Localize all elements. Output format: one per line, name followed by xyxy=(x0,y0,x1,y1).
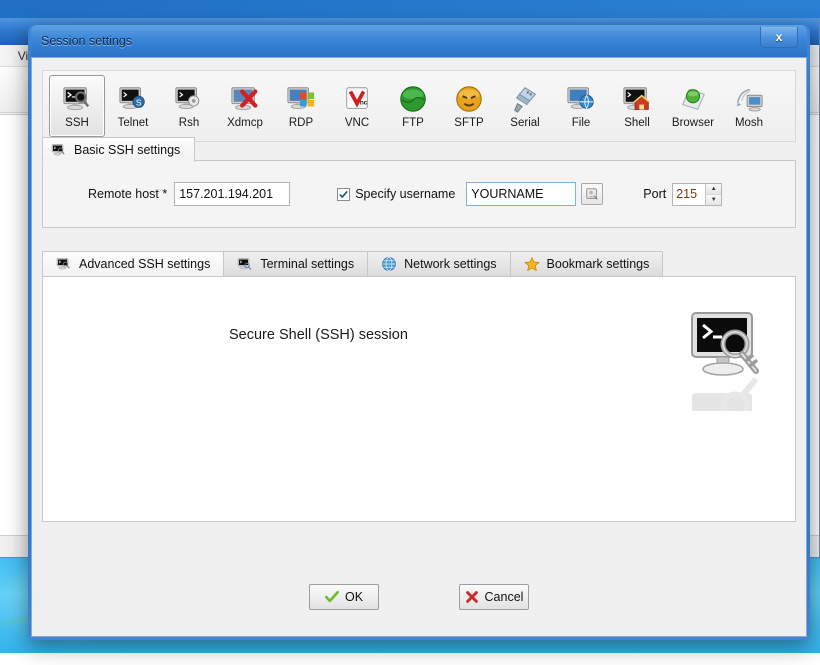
username-input[interactable] xyxy=(466,182,576,206)
session-type-label: File xyxy=(572,117,591,129)
ok-button[interactable]: OK xyxy=(309,584,379,610)
basic-tab-label: Basic SSH settings xyxy=(74,143,180,157)
port-input[interactable] xyxy=(673,184,705,205)
dialog-footer: OK Cancel xyxy=(32,584,806,610)
tab-label: Terminal settings xyxy=(260,257,354,271)
mosh-icon xyxy=(734,84,764,114)
session-description-label: Secure Shell (SSH) session xyxy=(229,327,408,343)
session-type-mosh[interactable]: Mosh xyxy=(721,75,777,137)
dialog-client-area: SSH S Telnet xyxy=(31,57,807,637)
session-type-browser[interactable]: Browser xyxy=(665,75,721,137)
settings-tabbar: Advanced SSH settings Terminal settings xyxy=(42,250,796,276)
cancel-button[interactable]: Cancel xyxy=(459,584,529,610)
toolbar-item-tools[interactable]: Tools xyxy=(0,71,1,108)
session-type-sftp[interactable]: SFTP xyxy=(441,75,497,137)
session-type-toolbar: SSH S Telnet xyxy=(42,70,796,142)
star-icon xyxy=(524,256,540,272)
session-type-vnc[interactable]: nc VNC xyxy=(329,75,385,137)
rdp-icon xyxy=(286,84,316,114)
tab-label: Network settings xyxy=(404,257,496,271)
checkmark-icon xyxy=(339,190,348,199)
dialog-titlebar: Session settings x xyxy=(31,25,807,57)
file-icon xyxy=(566,84,596,114)
port-stepper[interactable]: ▲ ▼ xyxy=(672,183,722,206)
basic-settings-row: Remote host * Specify username xyxy=(43,161,795,227)
terminal-icon xyxy=(237,256,253,272)
tab-label: Bookmark settings xyxy=(547,257,650,271)
session-type-rdp[interactable]: RDP xyxy=(273,75,329,137)
session-type-ftp[interactable]: FTP xyxy=(385,75,441,137)
session-type-label: Telnet xyxy=(118,117,149,129)
remote-host-input[interactable] xyxy=(174,182,290,206)
port-spinner: ▲ ▼ xyxy=(705,184,721,205)
vnc-icon: nc xyxy=(342,84,372,114)
session-type-shell[interactable]: Shell xyxy=(609,75,665,137)
user-browse-icon[interactable] xyxy=(581,183,603,205)
tab-advanced-ssh-settings[interactable]: Advanced SSH settings xyxy=(42,251,224,276)
session-type-label: VNC xyxy=(345,117,369,129)
shell-icon xyxy=(622,84,652,114)
tab-basic-ssh-settings[interactable]: Basic SSH settings xyxy=(42,137,195,162)
session-type-serial[interactable]: Serial xyxy=(497,75,553,137)
telnet-icon: S xyxy=(118,84,148,114)
session-type-label: Shell xyxy=(624,117,650,129)
serial-icon xyxy=(510,84,540,114)
rsh-icon xyxy=(174,84,204,114)
session-type-label: Xdmcp xyxy=(227,117,263,129)
ftp-icon xyxy=(398,84,428,114)
dialog-title: Session settings xyxy=(41,34,132,48)
browser-icon xyxy=(678,84,708,114)
remote-host-label: Remote host * xyxy=(88,187,167,201)
checkmark-icon xyxy=(325,590,339,604)
session-type-ssh[interactable]: SSH xyxy=(49,75,105,137)
tab-network-settings[interactable]: Network settings xyxy=(367,251,510,276)
specify-username-checkbox[interactable]: Specify username xyxy=(337,187,455,201)
cross-icon xyxy=(465,590,479,604)
session-type-label: SFTP xyxy=(454,117,483,129)
close-icon[interactable]: x xyxy=(760,27,798,48)
session-type-file[interactable]: File xyxy=(553,75,609,137)
checkbox-box xyxy=(337,188,350,201)
session-type-rsh[interactable]: Rsh xyxy=(161,75,217,137)
xdmcp-icon xyxy=(230,84,260,114)
tab-content-panel: Secure Shell (SSH) session xyxy=(42,276,796,522)
specify-username-label: Specify username xyxy=(355,187,455,201)
port-label: Port xyxy=(643,187,666,201)
port-spinner-up[interactable]: ▲ xyxy=(705,184,721,195)
sftp-icon xyxy=(454,84,484,114)
user-card-icon xyxy=(585,187,599,201)
tab-bookmark-settings[interactable]: Bookmark settings xyxy=(510,251,664,276)
ssh-icon xyxy=(51,142,67,158)
basic-settings-group: Basic SSH settings Remote host * Specify… xyxy=(42,160,796,228)
svg-text:S: S xyxy=(136,97,142,107)
ssh-icon xyxy=(62,84,92,114)
tab-label: Advanced SSH settings xyxy=(79,257,210,271)
svg-text:nc: nc xyxy=(360,99,368,106)
session-type-label: Rsh xyxy=(179,117,199,129)
session-type-telnet[interactable]: S Telnet xyxy=(105,75,161,137)
ssh-icon xyxy=(56,256,72,272)
tab-terminal-settings[interactable]: Terminal settings xyxy=(223,251,368,276)
port-field-group: Port ▲ ▼ xyxy=(643,183,722,206)
ok-button-label: OK xyxy=(345,590,363,604)
port-spinner-down[interactable]: ▼ xyxy=(705,195,721,205)
session-type-label: Mosh xyxy=(735,117,763,129)
session-type-label: Serial xyxy=(510,117,539,129)
session-type-label: RDP xyxy=(289,117,313,129)
username-field-group xyxy=(466,182,603,206)
session-type-label: FTP xyxy=(402,117,424,129)
session-type-label: Browser xyxy=(672,117,714,129)
cancel-button-label: Cancel xyxy=(485,590,524,604)
session-type-label: SSH xyxy=(65,117,89,129)
globe-icon xyxy=(381,256,397,272)
session-settings-dialog: Session settings x SSH xyxy=(28,25,810,640)
session-type-xdmcp[interactable]: Xdmcp xyxy=(217,75,273,137)
ssh-key-icon xyxy=(690,311,760,411)
